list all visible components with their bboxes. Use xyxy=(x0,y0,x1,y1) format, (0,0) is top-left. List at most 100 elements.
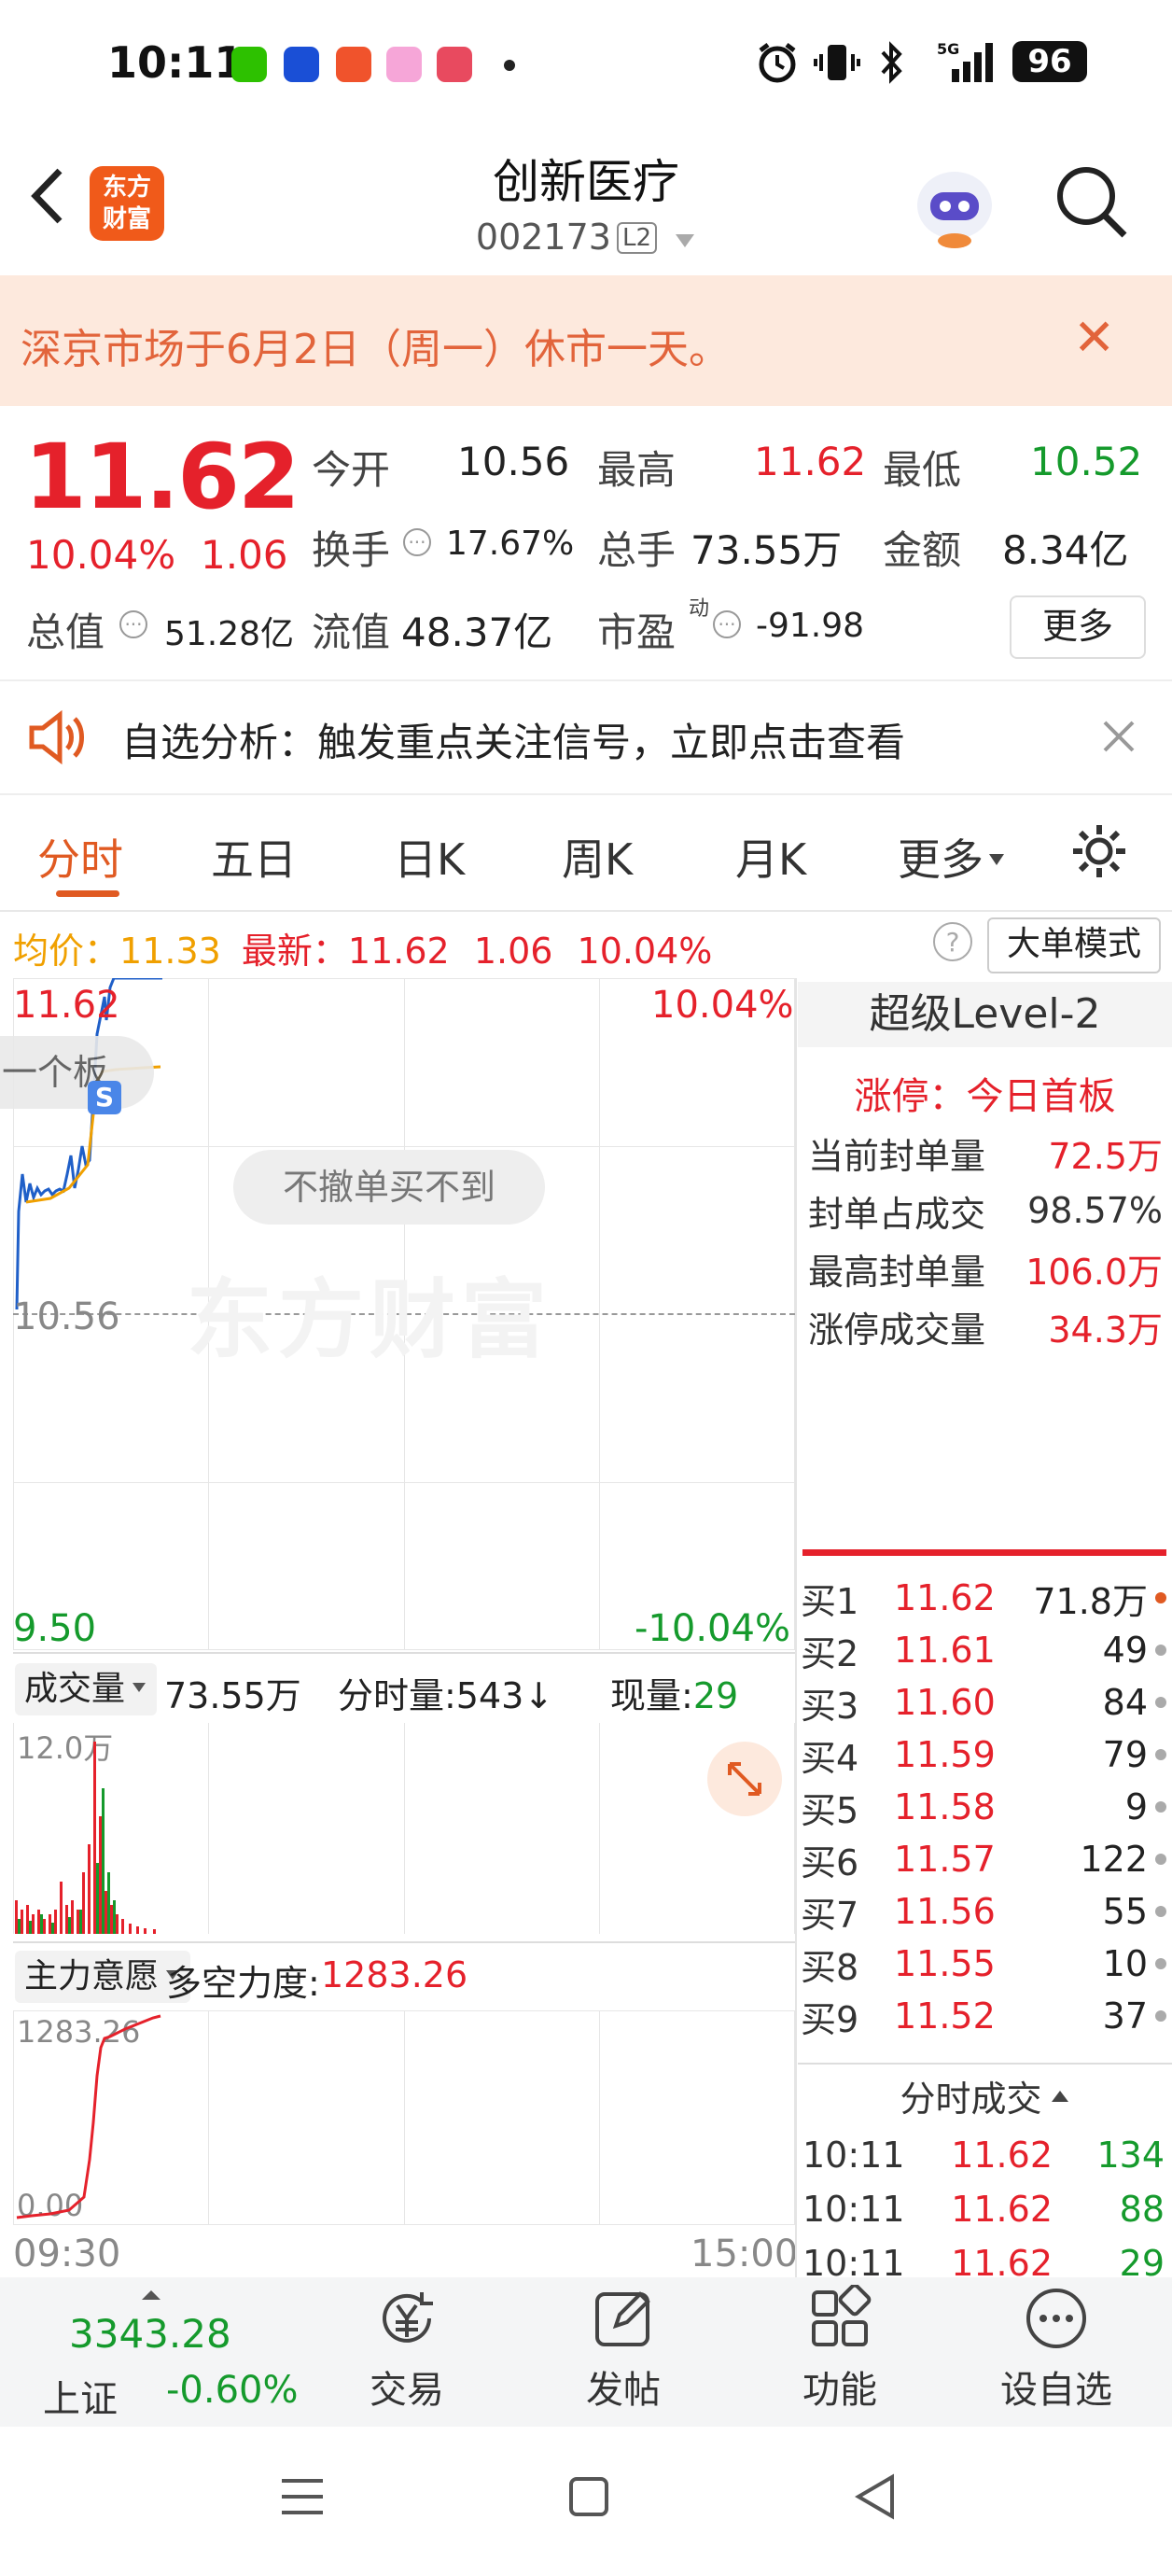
bid-volume: 55 xyxy=(1102,1891,1148,1932)
bid-book: 买1 11.62 71.8万 买2 11.61 49 买3 11.60 84 买4 11.59 79 买… xyxy=(801,1572,1170,2042)
latest-change: 1.06 xyxy=(473,931,553,972)
info-icon[interactable]: ··· xyxy=(403,528,431,556)
avg-price-label: 均价： xyxy=(13,931,120,972)
index-name[interactable]: 上证 xyxy=(43,2369,118,2423)
dropdown-triangle-icon xyxy=(989,854,1004,865)
no-cancel-buy-pill[interactable]: 不撤单买不到 xyxy=(233,1150,545,1225)
watchlist-analysis-promo[interactable]: 自选分析：触发重点关注信号，立即点击查看 xyxy=(121,711,905,768)
bid-price: 11.60 xyxy=(894,1682,996,1723)
latest-value: 11.62 xyxy=(347,931,450,972)
bid-level-label: 买8 xyxy=(801,1946,859,1988)
info-icon[interactable]: ··· xyxy=(119,610,147,638)
info-icon[interactable]: ··· xyxy=(713,610,741,638)
big-order-mode-button[interactable]: 大单模式 xyxy=(987,917,1161,973)
more-quote-button[interactable]: 更多 xyxy=(1010,595,1146,659)
bid-row[interactable]: 买9 11.52 37 xyxy=(801,1990,1170,2042)
bid-price: 11.56 xyxy=(894,1891,996,1932)
high-label: 最高 xyxy=(597,447,677,493)
bid-price: 11.52 xyxy=(894,1995,996,2037)
more-notifications-dot xyxy=(504,60,515,71)
help-icon[interactable]: ? xyxy=(933,922,972,961)
indicator-selector[interactable]: 主力意愿 xyxy=(15,1951,191,2003)
seal-stat-label: 最高封单量 xyxy=(808,1251,986,1293)
divider xyxy=(13,1652,795,1654)
minute-volume: 分时量:543↓ xyxy=(338,1675,554,1716)
market-cap-value: 51.28亿 xyxy=(164,615,295,653)
tab-monthly-k[interactable]: 月K xyxy=(735,826,806,888)
bid-row[interactable]: 买7 11.56 55 xyxy=(801,1885,1170,1938)
bid-dot xyxy=(1155,1697,1166,1708)
bid-level-label: 买6 xyxy=(801,1841,859,1883)
notice-close-button[interactable]: ✕ xyxy=(1073,308,1115,367)
search-icon[interactable] xyxy=(1053,161,1131,243)
close-icon[interactable] xyxy=(1099,717,1138,756)
chart-top-price: 11.62 xyxy=(13,984,120,1027)
bid-price: 11.61 xyxy=(894,1630,996,1671)
latest-pct: 10.04% xyxy=(577,931,713,972)
bid-level-label: 买2 xyxy=(801,1632,859,1674)
index-value[interactable]: 3343.28 xyxy=(69,2311,231,2357)
menu-icon[interactable] xyxy=(276,2473,328,2520)
limit-up-tag[interactable]: 一个板 xyxy=(0,1036,154,1109)
bid-volume: 10 xyxy=(1102,1943,1148,1984)
nav-post[interactable]: 发帖 xyxy=(549,2285,698,2414)
high-value: 11.62 xyxy=(754,439,867,484)
avg-price-value: 11.33 xyxy=(119,931,221,972)
chart-top-pct: 10.04% xyxy=(651,984,794,1027)
nav-add-watchlist[interactable]: 设自选 xyxy=(982,2285,1131,2414)
low-value: 10.52 xyxy=(1030,439,1143,484)
robot-avatar-button[interactable] xyxy=(910,161,999,250)
vibrate-icon xyxy=(814,45,860,80)
home-square-icon[interactable] xyxy=(565,2473,612,2520)
trade-time: 10:11 xyxy=(802,2135,905,2176)
feishu-icon xyxy=(336,47,371,82)
speaker-icon xyxy=(29,709,84,765)
bid-row[interactable]: 买5 11.58 9 xyxy=(801,1781,1170,1833)
active-tab-indicator xyxy=(56,890,119,897)
axis-start-time: 09:30 xyxy=(13,2233,121,2275)
trades-header[interactable]: 分时成交 xyxy=(798,2070,1172,2121)
grid-functions-icon xyxy=(812,2285,872,2346)
bid-row[interactable]: 买2 11.61 49 xyxy=(801,1624,1170,1676)
come-app-icon xyxy=(284,47,319,82)
bid-volume: 84 xyxy=(1102,1682,1148,1723)
wechat-icon xyxy=(231,47,267,82)
tab-more[interactable]: 更多 xyxy=(898,826,1006,888)
bid-row[interactable]: 买4 11.59 79 xyxy=(801,1729,1170,1781)
low-label: 最低 xyxy=(883,447,962,493)
trade-row: 10:11 11.62 88 xyxy=(802,2182,1168,2236)
tab-daily-k[interactable]: 日K xyxy=(394,826,465,888)
settings-gear-icon[interactable] xyxy=(1069,821,1129,881)
volume-total: 73.55万 xyxy=(164,1675,301,1716)
bid-level-label: 买3 xyxy=(801,1685,859,1727)
battery-indicator: 96 xyxy=(1012,41,1087,82)
super-level2-title[interactable]: 超级Level-2 xyxy=(798,982,1172,1047)
divider xyxy=(798,2063,1172,2065)
bid-level-label: 买9 xyxy=(801,1998,859,2040)
bid-row[interactable]: 买1 11.62 71.8万 xyxy=(801,1572,1170,1624)
index-change-pct[interactable]: -0.60% xyxy=(166,2369,299,2412)
bid-row[interactable]: 买3 11.60 84 xyxy=(801,1676,1170,1729)
tab-intraday[interactable]: 分时 xyxy=(37,826,123,888)
nav-trade[interactable]: 交易 xyxy=(332,2285,481,2414)
seal-stat-label: 涨停成交量 xyxy=(808,1309,986,1351)
expand-chart-button[interactable] xyxy=(707,1742,782,1816)
photos-icon xyxy=(386,47,422,82)
signal-s-badge[interactable]: S xyxy=(88,1081,121,1114)
tab-five-day[interactable]: 五日 xyxy=(211,826,297,888)
bid-row[interactable]: 买8 11.55 10 xyxy=(801,1938,1170,1990)
bid-price: 11.55 xyxy=(894,1943,996,1984)
tab-weekly-k[interactable]: 周K xyxy=(562,826,633,888)
back-triangle-icon[interactable] xyxy=(851,2471,898,2522)
bid-row[interactable]: 买6 11.57 122 xyxy=(801,1833,1170,1885)
caret-up-icon xyxy=(142,2290,160,2300)
volume-selector[interactable]: 成交量 xyxy=(15,1663,158,1715)
seal-stat-row: 当前封单量 72.5万 xyxy=(808,1124,1163,1182)
nav-functions[interactable]: 功能 xyxy=(765,2285,914,2414)
seal-stat-value: 106.0万 xyxy=(1026,1251,1163,1293)
current-volume-value: 29 xyxy=(692,1675,739,1716)
limit-up-status: 涨停：今日首板 xyxy=(854,1075,1116,1118)
status-bar: 10:11 5G 96 xyxy=(0,0,1172,131)
open-value: 10.56 xyxy=(457,439,570,484)
chart-prev-close: 10.56 xyxy=(13,1295,120,1338)
